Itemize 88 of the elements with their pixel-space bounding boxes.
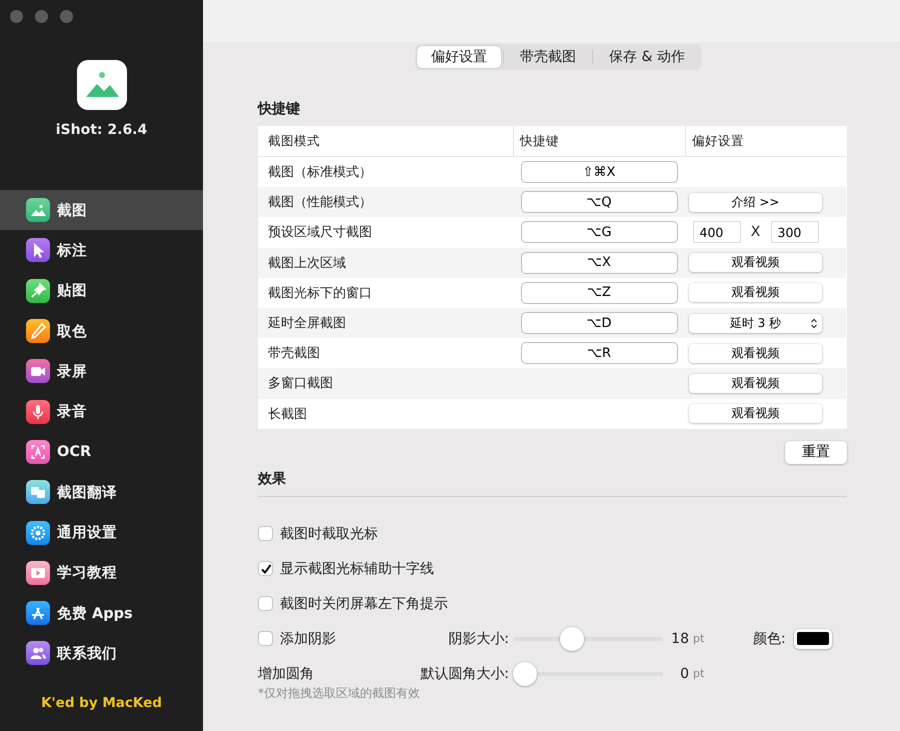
app-logo-icon xyxy=(76,60,126,110)
sidebar-item[interactable]: 标注 xyxy=(0,230,203,271)
column-header: 快捷键 xyxy=(513,126,685,157)
unit-label: pt xyxy=(693,667,706,680)
app-version: iShot: 2.6.4 xyxy=(54,122,148,138)
translate-icon xyxy=(26,480,50,504)
action-button[interactable]: 观看视频 xyxy=(689,283,822,302)
gear-icon xyxy=(26,520,50,545)
action-button[interactable]: 观看视频 xyxy=(689,374,822,393)
action-button[interactable]: 观看视频 xyxy=(689,404,822,424)
video-camera-icon xyxy=(26,359,50,384)
table-cell-text: 带壳截图 xyxy=(267,345,321,364)
option-label: 截图时截取光标 xyxy=(280,524,378,543)
width-field[interactable]: 400 xyxy=(692,221,740,244)
table-cell: 截图上次区域 xyxy=(258,248,513,278)
video-icon xyxy=(26,560,50,585)
slider-thumb[interactable] xyxy=(513,662,537,686)
option-label: 显示截图光标辅助十字线 xyxy=(280,560,434,578)
action-button[interactable]: 介绍 >> xyxy=(689,192,822,212)
window-control[interactable] xyxy=(10,10,23,23)
tab[interactable]: 保存 & 动作 xyxy=(595,46,699,68)
sidebar-item[interactable]: 截图 xyxy=(0,190,203,230)
section-title: 效果 xyxy=(258,470,286,488)
option-label: 添加阴影 xyxy=(280,630,336,648)
sidebar-item[interactable]: 通用设置 xyxy=(0,512,203,553)
apps-icon xyxy=(26,601,50,626)
table-cell-text: 截图（标准模式） xyxy=(267,164,373,182)
table-cell-text: 预设区域尺寸截图 xyxy=(267,224,373,242)
sidebar-item[interactable]: 录音 xyxy=(0,391,203,432)
height-field[interactable]: 300 xyxy=(770,221,818,244)
microphone-icon xyxy=(26,400,50,424)
eyedropper-icon xyxy=(26,319,50,344)
section-title: 快捷键 xyxy=(258,100,300,118)
slider[interactable] xyxy=(513,626,663,651)
sidebar-item[interactable]: 学习教程 xyxy=(0,552,203,593)
action-button[interactable]: 观看视频 xyxy=(689,253,822,272)
checkbox[interactable] xyxy=(258,561,273,576)
chevron-icon xyxy=(810,318,818,329)
color-well[interactable] xyxy=(794,628,832,649)
table-cell-text: 长截图 xyxy=(267,406,308,424)
shortcut-field[interactable]: ⌥G xyxy=(520,221,678,244)
table-cell: 延时全屏截图 xyxy=(258,308,513,338)
window-control[interactable] xyxy=(35,10,48,23)
cursor-icon xyxy=(26,238,50,262)
hint-text: *仅对拖拽选取区域的截图有效 xyxy=(258,684,421,702)
option-label: 截图时关闭屏幕左下角提示 xyxy=(280,594,448,613)
table-cell-text: 截图光标下的窗口 xyxy=(267,284,373,303)
option-label: 增加圆角 xyxy=(258,664,315,683)
tab[interactable]: 带壳截图 xyxy=(506,46,590,68)
slider-label: 阴影大小: xyxy=(447,630,510,648)
checkbox[interactable] xyxy=(258,596,273,612)
sidebar-item[interactable]: 截图翻译 xyxy=(0,472,203,512)
tab[interactable]: 偏好设置 xyxy=(417,46,501,68)
sidebar-item[interactable]: 取色 xyxy=(0,310,203,352)
sidebar-item[interactable]: OCR xyxy=(0,432,203,472)
shortcut-field[interactable]: ⌥R xyxy=(520,342,678,364)
column-header: 截图模式 xyxy=(258,126,513,157)
pin-icon xyxy=(26,278,50,303)
unit-label: pt xyxy=(693,632,706,646)
shortcut-field[interactable]: ⇧⌘X xyxy=(520,161,678,184)
checkbox[interactable] xyxy=(258,526,273,542)
picture-icon xyxy=(26,198,50,222)
checkbox[interactable] xyxy=(258,631,273,646)
people-icon xyxy=(26,641,50,666)
delay-dropdown[interactable]: 延时 3 秒 xyxy=(689,314,822,333)
window-control[interactable] xyxy=(60,10,73,23)
column-header: 偏好设置 xyxy=(685,126,846,157)
shortcut-field[interactable]: ⌥Q xyxy=(520,191,678,214)
credit-text: K'ed by MacKed xyxy=(40,695,163,711)
action-button[interactable]: 观看视频 xyxy=(689,344,822,363)
table-cell: 多窗口截图 xyxy=(258,368,513,398)
times-label: X xyxy=(750,224,762,240)
slider-value: 18 xyxy=(670,630,689,647)
shortcut-field[interactable]: ⌥D xyxy=(520,312,678,334)
sidebar-item[interactable]: 联系我们 xyxy=(0,633,203,674)
sidebar-item[interactable]: 免费 Apps xyxy=(0,592,203,634)
table-cell: 截图（性能模式） xyxy=(258,187,513,218)
sidebar-item[interactable]: 录屏 xyxy=(0,351,203,392)
shortcut-field[interactable]: ⌥Z xyxy=(520,282,678,304)
sidebar-item[interactable]: 贴图 xyxy=(0,270,203,311)
text-scan-icon xyxy=(26,440,50,464)
slider-label: 默认圆角大小: xyxy=(419,664,510,683)
shortcut-field[interactable]: ⌥X xyxy=(520,252,678,274)
slider-value: 0 xyxy=(679,666,689,682)
slider-thumb[interactable] xyxy=(560,626,584,651)
reset-button[interactable]: 重置 xyxy=(785,440,847,464)
color-label: 颜色: xyxy=(753,630,786,648)
slider[interactable] xyxy=(513,662,663,686)
